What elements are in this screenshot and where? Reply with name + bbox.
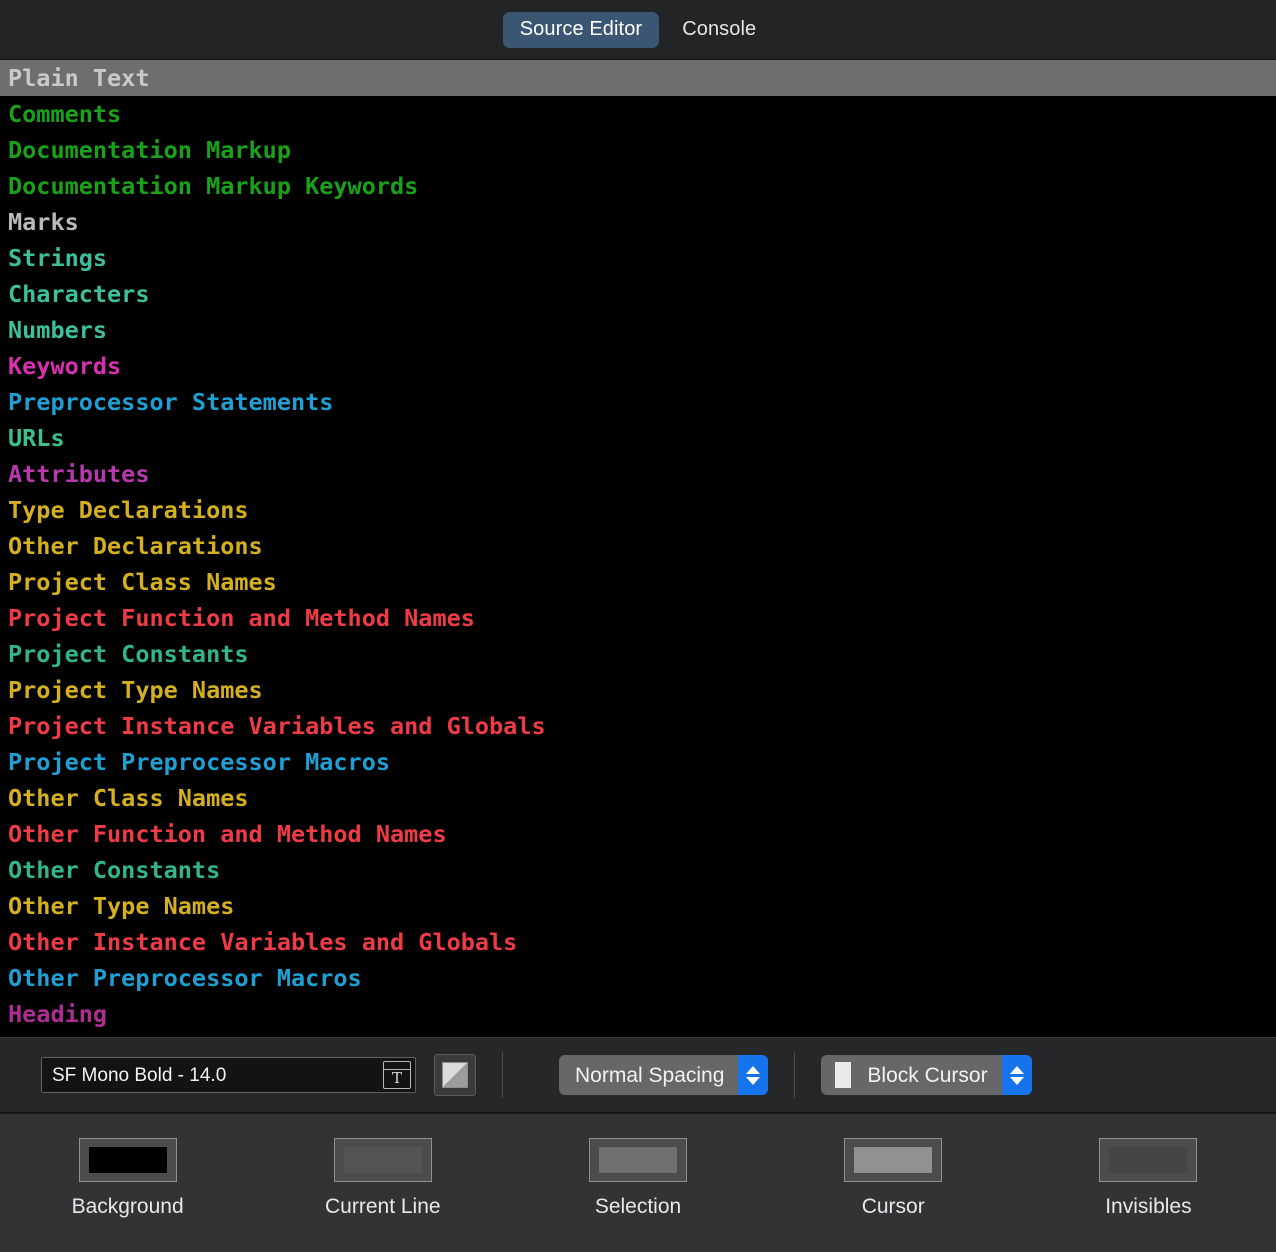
block-cursor-icon — [835, 1062, 852, 1088]
line-spacing-popup[interactable]: Normal Spacing — [559, 1055, 769, 1095]
swatch-label-invisibles: Invisibles — [1105, 1195, 1192, 1218]
color-swatch-tray: Background Current Line Selection Cursor Inv… — [0, 1113, 1276, 1252]
tab-bar: Source Editor Console — [0, 0, 1276, 60]
color-swatch-icon — [442, 1062, 468, 1088]
swatch-cell-invisibles: Invisibles — [1021, 1138, 1276, 1217]
font-panel-glyph: T — [391, 1069, 402, 1087]
swatch-label-background: Background — [71, 1195, 184, 1218]
syntax-row[interactable]: Other Function and Method Names — [0, 816, 1276, 852]
chevron-up-icon — [1009, 1065, 1024, 1074]
swatch-color-background — [88, 1147, 167, 1173]
syntax-row[interactable]: Comments — [0, 96, 1276, 132]
syntax-row[interactable]: Project Type Names — [0, 672, 1276, 708]
swatch-cell-cursor: Cursor — [766, 1138, 1021, 1217]
font-field[interactable]: SF Mono Bold - 14.0 T — [41, 1057, 416, 1093]
font-value: SF Mono Bold - 14.0 — [52, 1065, 227, 1085]
chevron-up-icon — [746, 1065, 761, 1074]
syntax-row[interactable]: Numbers — [0, 312, 1276, 348]
color-swatch-button[interactable] — [434, 1054, 476, 1096]
syntax-row[interactable]: Other Constants — [0, 852, 1276, 888]
swatch-button-cursor[interactable] — [844, 1138, 943, 1182]
syntax-row[interactable]: Project Constants — [0, 636, 1276, 672]
syntax-row[interactable]: Type Declarations — [0, 492, 1276, 528]
syntax-row[interactable]: Preprocessor Statements — [0, 384, 1276, 420]
tab-console[interactable]: Console — [665, 12, 773, 48]
syntax-row[interactable]: Project Preprocessor Macros — [0, 744, 1276, 780]
font-panel-icon[interactable]: T — [383, 1061, 411, 1089]
cursor-style-value: Block Cursor — [867, 1063, 988, 1087]
swatch-button-background[interactable] — [78, 1138, 177, 1182]
swatch-button-invisibles[interactable] — [1099, 1138, 1198, 1182]
line-spacing-value: Normal Spacing — [575, 1063, 725, 1087]
swatch-button-current-line[interactable] — [333, 1138, 432, 1182]
syntax-row[interactable]: Project Function and Method Names — [0, 600, 1276, 636]
cursor-style-popup[interactable]: Block Cursor — [821, 1055, 1032, 1095]
syntax-row[interactable]: Attributes — [0, 456, 1276, 492]
syntax-element-list[interactable]: Plain Text Comments Documentation Markup Do… — [0, 60, 1276, 1037]
syntax-row[interactable]: Project Class Names — [0, 564, 1276, 600]
syntax-row[interactable]: Other Instance Variables and Globals — [0, 924, 1276, 960]
line-spacing-stepper[interactable] — [738, 1055, 769, 1095]
toolbar-divider-1 — [502, 1052, 503, 1098]
syntax-row[interactable]: Project Instance Variables and Globals — [0, 708, 1276, 744]
syntax-row[interactable]: Marks — [0, 204, 1276, 240]
syntax-row[interactable]: Other Preprocessor Macros — [0, 960, 1276, 996]
syntax-row[interactable]: Characters — [0, 276, 1276, 312]
editor-options-toolbar: SF Mono Bold - 14.0 T Normal Spacing Blo… — [0, 1037, 1276, 1113]
swatch-button-selection[interactable] — [589, 1138, 687, 1182]
chevron-down-icon — [746, 1076, 761, 1085]
syntax-colors-preferences-window: Source Editor Console Plain Text Comments… — [0, 0, 1276, 1252]
syntax-row[interactable]: Other Type Names — [0, 888, 1276, 924]
swatch-label-current-line: Current Line — [325, 1195, 441, 1218]
syntax-row[interactable]: Other Declarations — [0, 528, 1276, 564]
swatch-color-invisibles — [1109, 1147, 1188, 1173]
syntax-row[interactable]: Heading — [0, 996, 1276, 1032]
syntax-row[interactable]: Plain Text — [0, 60, 1276, 96]
syntax-row[interactable]: Keywords — [0, 348, 1276, 384]
chevron-down-icon — [1009, 1076, 1024, 1085]
cursor-style-stepper[interactable] — [1001, 1055, 1032, 1095]
swatch-cell-background: Background — [0, 1138, 255, 1217]
swatch-cell-current-line: Current Line — [255, 1138, 510, 1217]
syntax-row[interactable]: Strings — [0, 240, 1276, 276]
swatch-label-selection: Selection — [594, 1195, 682, 1218]
swatch-cell-selection: Selection — [510, 1138, 765, 1217]
swatch-label-cursor: Cursor — [861, 1195, 925, 1218]
toolbar-divider-2 — [794, 1052, 796, 1098]
swatch-color-current-line — [343, 1147, 422, 1173]
syntax-row[interactable]: Documentation Markup Keywords — [0, 168, 1276, 204]
swatch-color-cursor — [854, 1147, 933, 1173]
syntax-row[interactable]: Documentation Markup — [0, 132, 1276, 168]
swatch-color-selection — [599, 1147, 677, 1173]
syntax-row[interactable]: Other Class Names — [0, 780, 1276, 816]
tab-source-editor[interactable]: Source Editor — [502, 11, 660, 48]
syntax-row[interactable]: URLs — [0, 420, 1276, 456]
